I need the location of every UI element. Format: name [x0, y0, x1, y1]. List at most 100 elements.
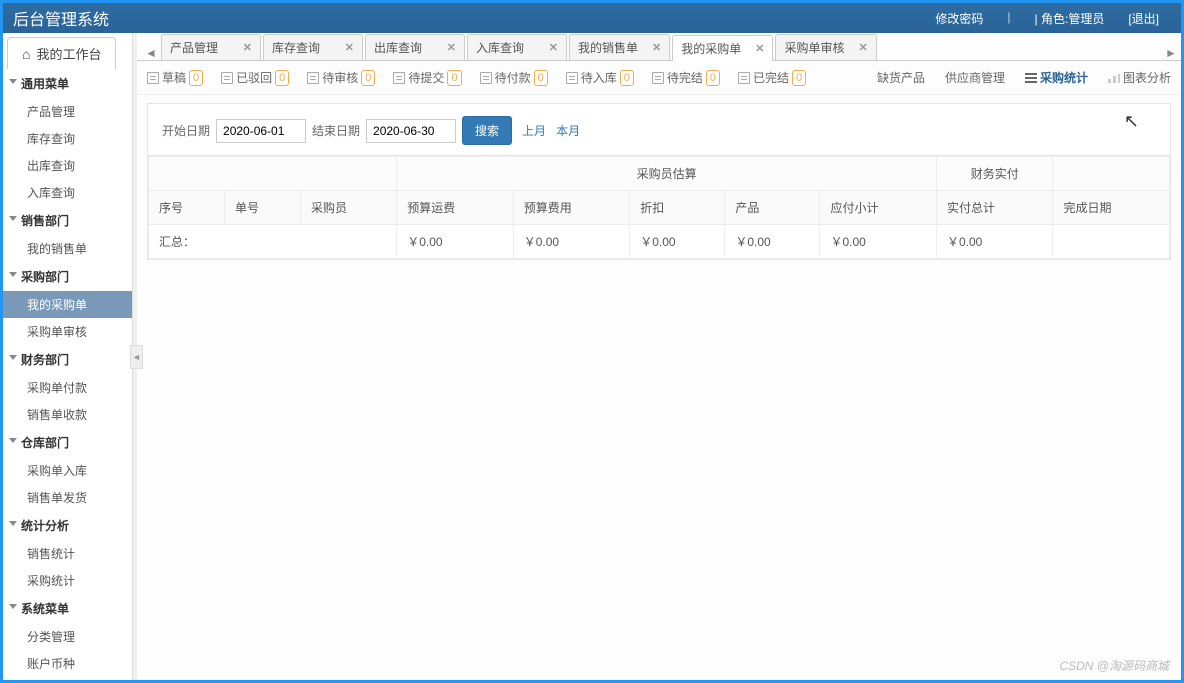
column-header[interactable]: 序号 — [149, 191, 225, 225]
column-header[interactable]: 完成日期 — [1053, 191, 1170, 225]
nav-item[interactable]: 我的采购单 — [3, 291, 132, 318]
column-header[interactable]: 应付小计 — [820, 191, 937, 225]
tabs-scroll-right[interactable]: ► — [1163, 46, 1179, 60]
nav-item[interactable]: 产品管理 — [3, 98, 132, 125]
status-filter-label: 已完结 — [753, 69, 789, 86]
status-filter[interactable]: 待完结0 — [652, 69, 720, 86]
nav-item[interactable]: 采购统计 — [3, 567, 132, 594]
nav-item[interactable]: 采购单付款 — [3, 374, 132, 401]
chart-icon — [1108, 73, 1120, 83]
toolbar-link-label: 采购统计 — [1040, 69, 1088, 86]
end-date-input[interactable] — [366, 119, 456, 143]
close-icon[interactable]: ✕ — [345, 41, 354, 54]
close-icon[interactable]: ✕ — [858, 41, 867, 54]
nav-item[interactable]: 采购单审核 — [3, 318, 132, 345]
nav-group-head[interactable]: 采购部门 — [3, 262, 132, 291]
status-filter[interactable]: 已驳回0 — [221, 69, 289, 86]
nav-item[interactable]: 出库查询 — [3, 152, 132, 179]
summary-empty-cell — [1053, 225, 1170, 259]
tab-label: 产品管理 — [170, 39, 218, 56]
nav-item[interactable]: 账户币种 — [3, 650, 132, 677]
this-month-link[interactable]: 本月 — [556, 122, 580, 139]
document-icon — [480, 72, 492, 84]
toolbar-link[interactable]: 供应商管理 — [945, 69, 1005, 86]
nav-group-head[interactable]: 财务部门 — [3, 345, 132, 374]
toolbar-link[interactable]: 采购统计 — [1025, 69, 1088, 86]
end-date-label: 结束日期 — [312, 122, 360, 139]
nav-group-head[interactable]: 销售部门 — [3, 206, 132, 235]
summary-value-cell: ￥0.00 — [936, 225, 1053, 259]
column-header[interactable]: 预算费用 — [513, 191, 630, 225]
status-count-badge: 0 — [447, 70, 461, 86]
status-count-badge: 0 — [706, 70, 720, 86]
nav-item[interactable]: 分类管理 — [3, 623, 132, 650]
content-tab[interactable]: 采购单审核✕ — [775, 34, 876, 60]
close-icon[interactable]: ✕ — [447, 41, 456, 54]
status-count-badge: 0 — [275, 70, 289, 86]
close-icon[interactable]: ✕ — [755, 42, 764, 55]
status-filter[interactable]: 待入库0 — [566, 69, 634, 86]
nav-item[interactable]: 销售单收款 — [3, 401, 132, 428]
toolbar-link[interactable]: 缺货产品 — [877, 69, 925, 86]
column-header[interactable]: 采购员 — [300, 191, 396, 225]
nav-item[interactable]: 入库查询 — [3, 179, 132, 206]
start-date-input[interactable] — [216, 119, 306, 143]
status-filter-label: 待入库 — [581, 69, 617, 86]
status-filter-label: 待审核 — [322, 69, 358, 86]
nav-item[interactable]: 销售单发货 — [3, 484, 132, 511]
filter-row: 开始日期 结束日期 搜索 上月 本月 — [147, 103, 1171, 155]
summary-value-cell: ￥0.00 — [630, 225, 725, 259]
document-icon — [393, 72, 405, 84]
app-title: 后台管理系统 — [13, 6, 923, 30]
prev-month-link[interactable]: 上月 — [522, 122, 546, 139]
logout-link[interactable]: [退出] — [1116, 10, 1171, 27]
summary-value-cell: ￥0.00 — [725, 225, 820, 259]
document-icon — [307, 72, 319, 84]
sidebar: ⌂ 我的工作台 通用菜单产品管理库存查询出库查询入库查询销售部门我的销售单采购部… — [3, 33, 133, 680]
change-password-link[interactable]: 修改密码 — [923, 10, 995, 27]
tab-label: 我的销售单 — [578, 39, 638, 56]
nav-group-head[interactable]: 统计分析 — [3, 511, 132, 540]
status-filter[interactable]: 草稿0 — [147, 69, 203, 86]
workspace-tab[interactable]: ⌂ 我的工作台 — [7, 37, 116, 69]
nav-item[interactable]: 我的销售单 — [3, 235, 132, 262]
status-filter[interactable]: 待审核0 — [307, 69, 375, 86]
nav-item[interactable]: 用户角色 — [3, 677, 132, 680]
status-filter-label: 待完结 — [667, 69, 703, 86]
header-links: 修改密码 | | 角色:管理员 [退出] — [923, 10, 1171, 27]
close-icon[interactable]: ✕ — [243, 41, 252, 54]
workspace-tab-label: 我的工作台 — [36, 44, 101, 63]
status-filter[interactable]: 待付款0 — [480, 69, 548, 86]
content-tab[interactable]: 库存查询✕ — [263, 34, 363, 60]
nav-group-head[interactable]: 通用菜单 — [3, 69, 132, 98]
nav-group-head[interactable]: 系统菜单 — [3, 594, 132, 623]
toolbar-link[interactable]: 图表分析 — [1108, 69, 1171, 86]
tabs-scroll-left[interactable]: ◄ — [143, 46, 159, 60]
nav-item[interactable]: 销售统计 — [3, 540, 132, 567]
status-count-badge: 0 — [620, 70, 634, 86]
status-filter[interactable]: 已完结0 — [738, 69, 806, 86]
column-header[interactable]: 实付总计 — [936, 191, 1053, 225]
tabs-row: ◄ 产品管理✕库存查询✕出库查询✕入库查询✕我的销售单✕我的采购单✕采购单审核✕… — [137, 33, 1181, 61]
close-icon[interactable]: ✕ — [652, 41, 661, 54]
search-button[interactable]: 搜索 — [462, 116, 512, 145]
content-tab[interactable]: 产品管理 ✕ — [161, 34, 261, 60]
content-tab[interactable]: 我的销售单 ✕ — [569, 34, 670, 60]
nav-item[interactable]: 采购单入库 — [3, 457, 132, 484]
column-header[interactable]: 产品 — [725, 191, 820, 225]
content-tab[interactable]: 出库查询✕ — [365, 34, 465, 60]
toolbar: 草稿0已驳回0待审核0待提交0待付款0待入库0待完结0已完结0 缺货产品供应商管… — [137, 61, 1181, 95]
status-filter[interactable]: 待提交0 — [393, 69, 461, 86]
content-area: ◄ 产品管理✕库存查询✕出库查询✕入库查询✕我的销售单✕我的采购单✕采购单审核✕… — [137, 33, 1181, 680]
close-icon[interactable]: ✕ — [549, 41, 558, 54]
nav-group-head[interactable]: 仓库部门 — [3, 428, 132, 457]
column-header[interactable]: 预算运费 — [397, 191, 514, 225]
sidebar-splitter[interactable] — [133, 33, 137, 680]
nav-item[interactable]: 库存查询 — [3, 125, 132, 152]
document-icon — [738, 72, 750, 84]
status-filter-label: 待提交 — [408, 69, 444, 86]
content-tab[interactable]: 我的采购单✕ — [672, 35, 773, 61]
content-tab[interactable]: 入库查询✕ — [467, 34, 567, 60]
column-header[interactable]: 单号 — [224, 191, 300, 225]
column-header[interactable]: 折扣 — [630, 191, 725, 225]
